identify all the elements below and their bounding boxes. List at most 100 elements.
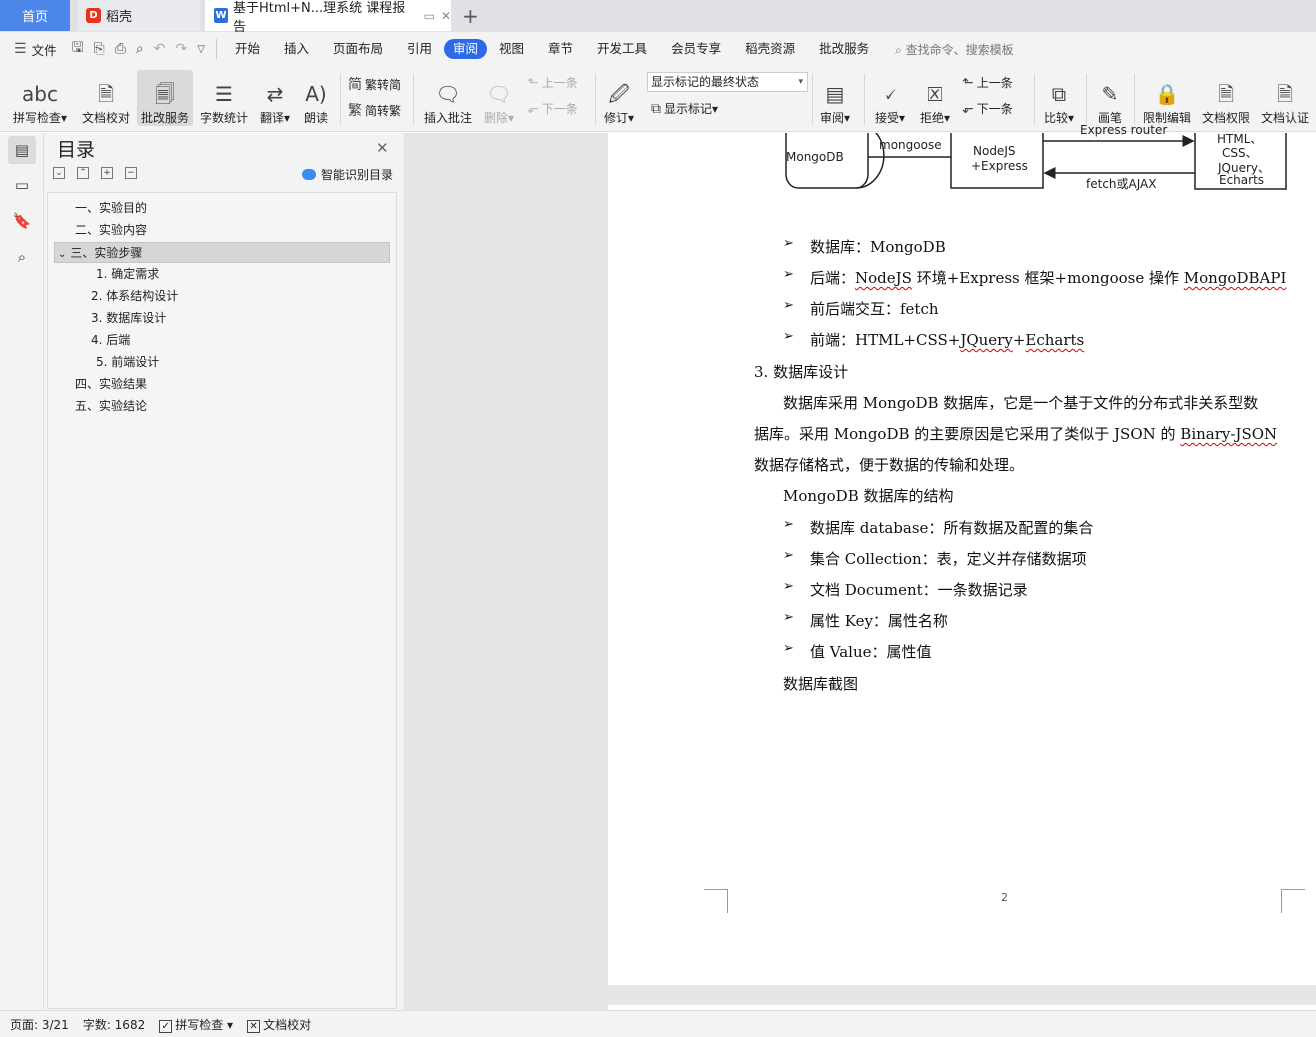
command-search[interactable]: ⌕ 查找命令、搜索模板	[895, 41, 1014, 58]
spelling-error-word[interactable]: JQuery	[960, 331, 1013, 349]
pin-icon[interactable]: ▭	[424, 9, 435, 23]
list-item: 集合 Collection：表，定义并存储数据项	[810, 550, 1087, 568]
hamburger-icon[interactable]: ☰	[14, 41, 27, 57]
spelling-error-word[interactable]: Binary-JSON	[1180, 425, 1277, 443]
next-comment-button[interactable]: ⬐ 下一条	[527, 100, 578, 117]
prev-comment-button[interactable]: ⬑ 上一条	[527, 74, 578, 91]
document-page[interactable]: MongoDB mongoose NodeJS +Express Express…	[608, 123, 1316, 985]
menu-references[interactable]: 引用	[395, 39, 444, 59]
toc-item-frontend[interactable]: 5. 前端设计	[96, 352, 159, 373]
accept-label: 接受	[874, 111, 899, 125]
reject-label: 拒绝	[919, 111, 944, 125]
search-icon[interactable]: ⌕	[8, 243, 36, 271]
spelling-error-word[interactable]: Echarts	[1025, 331, 1084, 349]
page-indicator[interactable]: 页面: 3/21	[10, 1016, 69, 1033]
close-tab-icon[interactable]: ✕	[441, 9, 451, 23]
menu-page-layout[interactable]: 页面布局	[321, 39, 395, 59]
toc-item-steps[interactable]: ⌄ 三、实验步骤	[54, 242, 390, 263]
compare-button[interactable]: ⧉ 比较▾	[1040, 70, 1078, 126]
bullet-icon: ➢	[783, 236, 794, 251]
simp-to-trad-button[interactable]: 繁简转繁	[348, 100, 401, 120]
toc-item-results[interactable]: 四、实验结果	[75, 374, 147, 395]
menu-insert[interactable]: 插入	[272, 39, 321, 59]
spelling-error-word[interactable]: NodeJS	[855, 269, 912, 287]
prev-change-button[interactable]: ⬑ 上一条	[962, 74, 1013, 91]
accept-button[interactable]: 🗸 接受▾	[871, 70, 909, 126]
new-tab-icon[interactable]: +	[462, 4, 479, 28]
file-menu[interactable]: 文件	[32, 40, 57, 59]
redo-icon[interactable]: ↷	[176, 41, 188, 57]
toc-item-purpose[interactable]: 一、实验目的	[75, 198, 147, 219]
collapse-all-icon[interactable]: ⌄	[53, 167, 65, 179]
menu-correct-service[interactable]: 批改服务	[807, 39, 881, 59]
correct-service-button[interactable]: 🗐 批改服务	[137, 70, 193, 126]
toc-item-database[interactable]: 3. 数据库设计	[91, 308, 166, 329]
ribbon-divider	[1086, 74, 1087, 124]
spellcheck-button[interactable]: abc 拼写检查▾	[10, 70, 70, 126]
customize-toolbar-icon[interactable]: ▽	[197, 44, 205, 55]
insert-comment-button[interactable]: 🗨 插入批注	[421, 70, 475, 126]
tab-home[interactable]: 首页	[0, 0, 70, 31]
smart-toc-button[interactable]: 智能识别目录	[302, 166, 393, 183]
remove-heading-icon[interactable]: −	[125, 167, 137, 179]
export-pdf-icon[interactable]: ⎘	[94, 41, 105, 57]
proof-icon: ✕	[247, 1019, 261, 1033]
menu-docer-resources[interactable]: 稻壳资源	[733, 39, 807, 59]
delete-comment-button[interactable]: 🗨 删除▾	[480, 70, 518, 126]
structure-title: MongoDB 数据库的结构	[783, 487, 954, 505]
word-count-label: 字数统计	[199, 111, 248, 125]
doc-permission-button[interactable]: 🗎 文档权限	[1200, 70, 1252, 126]
menu-home[interactable]: 开始	[223, 39, 272, 59]
spellcheck-icon: abc	[22, 82, 58, 106]
ribbon-divider	[1134, 74, 1135, 124]
word-count-button[interactable]: ☰ 字数统计	[198, 70, 250, 126]
menu-review[interactable]: 审阅	[444, 39, 488, 59]
menu-developer[interactable]: 开发工具	[585, 39, 659, 59]
menu-sections[interactable]: 章节	[536, 39, 585, 59]
save-icon[interactable]: 🖫	[72, 37, 84, 61]
doc-proof-button[interactable]: 🗎 文档校对	[80, 70, 132, 126]
reject-button[interactable]: 🗵 拒绝▾	[916, 70, 954, 126]
restrict-edit-button[interactable]: 🔒 限制编辑	[1141, 70, 1193, 126]
toc-item-requirements[interactable]: 1. 确定需求	[96, 264, 159, 285]
show-markup-button[interactable]: ⧉ 显示标记 ▾	[651, 100, 718, 117]
tab-docer[interactable]: D 稻壳	[78, 0, 200, 31]
toc-item-content[interactable]: 二、实验内容	[75, 220, 147, 241]
bookmark-icon[interactable]: 🔖	[8, 207, 36, 235]
proof-status-label: 文档校对	[263, 1017, 312, 1032]
read-aloud-button[interactable]: A) 朗读	[300, 70, 332, 126]
correct-service-icon: 🗐	[155, 82, 175, 106]
trad-to-simp-button[interactable]: 简繁转简	[348, 74, 401, 94]
print-preview-icon[interactable]: ⌕	[136, 41, 144, 57]
doc-proof-label: 文档校对	[81, 111, 130, 125]
tab-document[interactable]: W 基于Html+N...理系统 课程报告 ▭ ✕	[205, 0, 451, 35]
toc-item-backend[interactable]: 4. 后端	[91, 330, 130, 351]
ink-button[interactable]: ✎ 画笔	[1092, 70, 1128, 126]
toc-item-conclusion[interactable]: 五、实验结论	[75, 396, 147, 417]
markup-state-select[interactable]: 显示标记的最终状态 ▾	[647, 72, 808, 92]
proof-status[interactable]: ✕ 文档校对	[247, 1016, 311, 1033]
page-number: 2	[1001, 891, 1008, 904]
spellcheck-status[interactable]: ✓ 拼写检查 ▾	[159, 1016, 233, 1033]
undo-icon[interactable]: ↶	[154, 41, 166, 57]
next-change-button[interactable]: ⬐ 下一条	[962, 100, 1013, 117]
ribbon-divider	[413, 74, 414, 124]
correct-service-label: 批改服务	[140, 111, 189, 125]
menu-member[interactable]: 会员专享	[659, 39, 733, 59]
expand-up-icon[interactable]: ⌃	[77, 167, 89, 179]
spelling-error-word[interactable]: MongoDBAPI	[1184, 269, 1287, 287]
chapter-nav-icon[interactable]: ▭	[8, 171, 36, 199]
list-item: 后端：NodeJS 环境+Express 框架+mongoose 操作 Mong…	[810, 269, 1287, 287]
review-pane-button[interactable]: ▤ 审阅▾	[816, 70, 854, 126]
print-icon[interactable]: ⎙	[115, 41, 126, 57]
chevron-down-icon[interactable]: ⌄	[58, 249, 66, 260]
close-icon[interactable]: ✕	[376, 139, 389, 157]
toc-panel-icon[interactable]: ▤	[8, 136, 36, 164]
add-heading-icon[interactable]: +	[101, 167, 113, 179]
doc-certify-button[interactable]: 🗎 文档认证	[1259, 70, 1311, 126]
track-changes-button[interactable]: 🖉 修订▾	[600, 70, 638, 126]
menu-view[interactable]: 视图	[487, 39, 536, 59]
translate-button[interactable]: ⇄ 翻译▾	[256, 70, 294, 126]
word-count-indicator[interactable]: 字数: 1682	[83, 1016, 145, 1033]
toc-item-architecture[interactable]: 2. 体系结构设计	[91, 286, 178, 307]
